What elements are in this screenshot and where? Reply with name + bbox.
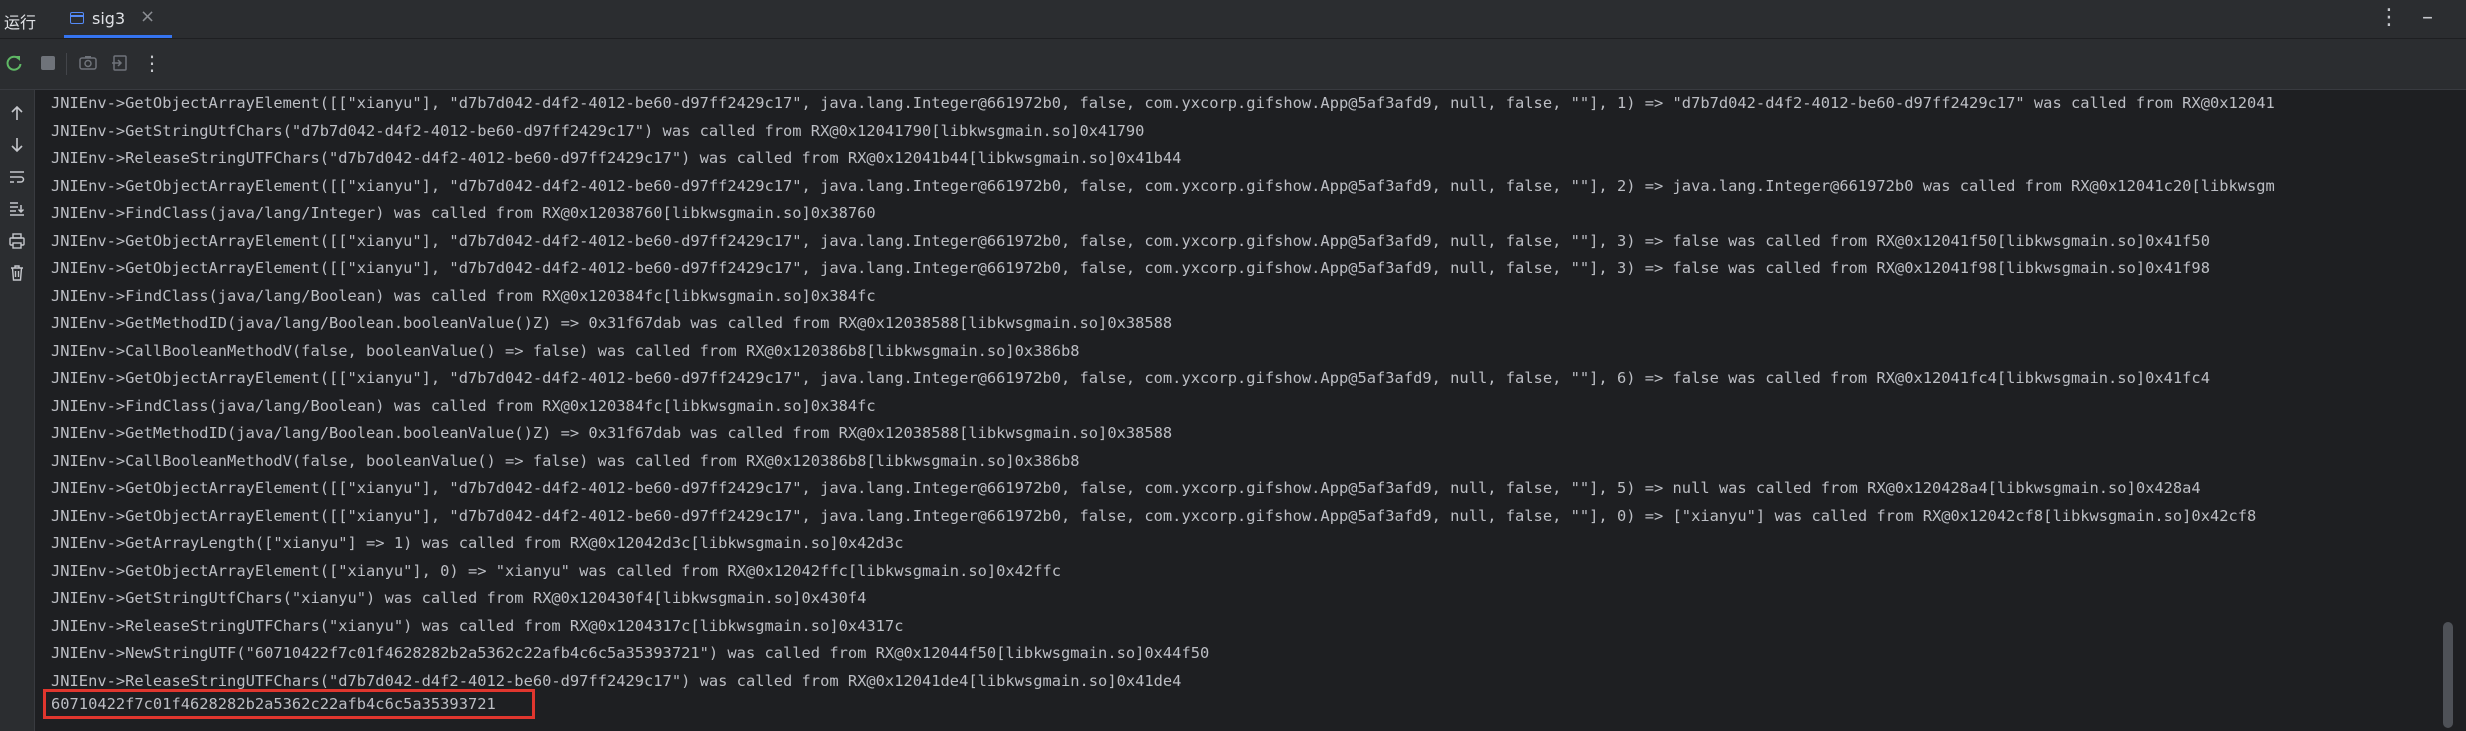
console-sidebar (0, 90, 35, 731)
scrollbar-thumb[interactable] (2443, 622, 2453, 728)
trash-icon[interactable] (4, 260, 30, 286)
exit-icon[interactable] (108, 51, 132, 75)
console-line: JNIEnv->GetMethodID(java/lang/Boolean.bo… (51, 314, 1173, 332)
vertical-scrollbar[interactable] (2431, 90, 2466, 731)
console-line: JNIEnv->GetStringUtfChars("d7b7d042-d4f2… (51, 121, 1145, 140)
run-tab-bar: 运行 sig3 × ⋮ – (0, 0, 2466, 39)
console-output[interactable]: JNIEnv->GetObjectArrayElement([["xianyu"… (35, 90, 2429, 731)
tab-close-icon[interactable]: × (140, 6, 155, 27)
console-line: JNIEnv->GetArrayLength(["xianyu"] => 1) … (51, 534, 904, 552)
console-line: JNIEnv->FindClass(java/lang/Boolean) was… (51, 396, 876, 415)
console-line: JNIEnv->FindClass(java/lang/Integer) was… (51, 204, 876, 222)
console-line: JNIEnv->ReleaseStringUTFChars("xianyu") … (51, 616, 904, 635)
toolbar-divider (66, 53, 67, 75)
camera-icon[interactable] (76, 51, 100, 75)
console-line: JNIEnv->ReleaseStringUTFChars("d7b7d042-… (51, 149, 1182, 167)
console-line: JNIEnv->GetObjectArrayElement([["xianyu"… (51, 176, 2275, 195)
console-line: JNIEnv->NewStringUTF("60710422f7c01f4628… (51, 644, 1210, 662)
stop-icon[interactable] (36, 51, 60, 75)
console-line: JNIEnv->CallBooleanMethodV(false, boolea… (51, 451, 1080, 470)
run-toolbar: ⋮ (0, 39, 2466, 90)
up-arrow-icon[interactable] (4, 100, 30, 126)
console-line: JNIEnv->GetObjectArrayElement([["xianyu"… (51, 479, 2201, 497)
run-panel-label: 运行 (4, 13, 37, 32)
console-line: JNIEnv->GetObjectArrayElement(["xianyu"]… (51, 561, 1061, 580)
more-options-icon[interactable]: ⋮ (2378, 4, 2400, 32)
console-line: JNIEnv->GetMethodID(java/lang/Boolean.bo… (51, 424, 1173, 442)
scroll-to-end-icon[interactable] (4, 196, 30, 222)
minimize-icon[interactable]: – (2422, 4, 2433, 32)
soft-wrap-icon[interactable] (4, 164, 30, 190)
console-line: JNIEnv->GetStringUtfChars("xianyu") was … (51, 589, 867, 607)
print-icon[interactable] (4, 228, 30, 254)
rerun-icon[interactable] (2, 51, 26, 75)
console-line: JNIEnv->GetObjectArrayElement([["xianyu"… (51, 506, 2257, 525)
tab-sig3[interactable]: sig3 × (64, 0, 172, 38)
console-line: JNIEnv->GetObjectArrayElement([["xianyu"… (51, 94, 2275, 112)
console-line: JNIEnv->GetObjectArrayElement([["xianyu"… (51, 231, 2210, 250)
result-line: 60710422f7c01f4628282b2a5362c22afb4c6c5a… (51, 695, 496, 713)
tab-sig3-label: sig3 (92, 9, 126, 28)
console-line: JNIEnv->CallBooleanMethodV(false, boolea… (51, 341, 1080, 360)
more-icon[interactable]: ⋮ (140, 51, 164, 75)
console-tab-icon (70, 12, 84, 24)
down-arrow-icon[interactable] (4, 132, 30, 158)
console-line: JNIEnv->FindClass(java/lang/Boolean) was… (51, 286, 876, 305)
console-line: JNIEnv->GetObjectArrayElement([["xianyu"… (51, 259, 2210, 277)
console-line: JNIEnv->GetObjectArrayElement([["xianyu"… (51, 369, 2210, 387)
